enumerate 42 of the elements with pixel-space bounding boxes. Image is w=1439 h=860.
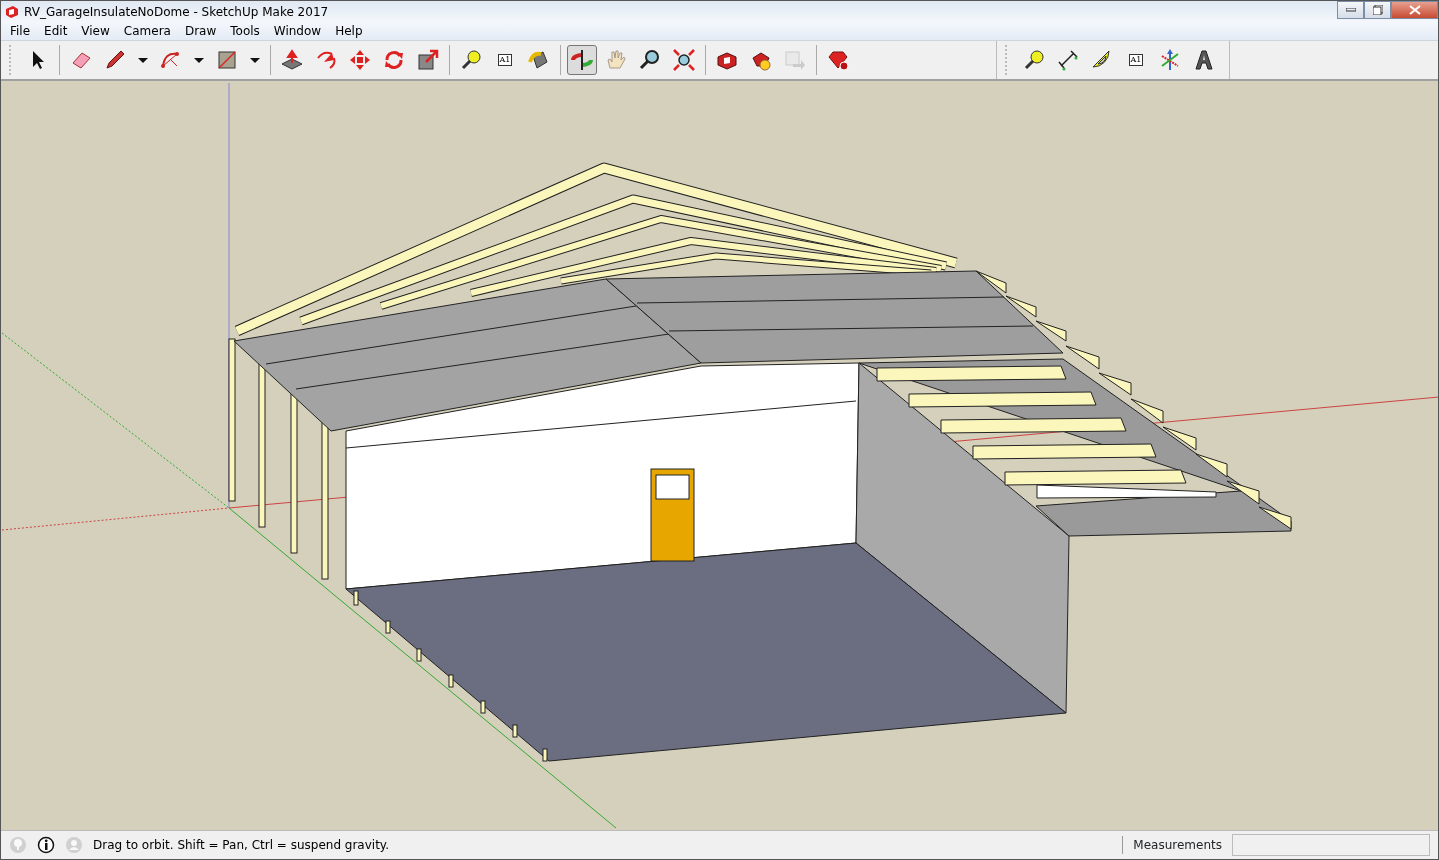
menu-item[interactable]: Camera: [116, 22, 178, 40]
menu-item[interactable]: Window: [266, 22, 329, 40]
gem-icon: [826, 48, 850, 72]
menu-item[interactable]: Draw: [177, 22, 224, 40]
close-icon: [1408, 5, 1421, 15]
menu-item[interactable]: View: [74, 22, 117, 40]
orbit-tool-button[interactable]: [567, 45, 597, 75]
minimize-button[interactable]: [1337, 1, 1364, 19]
menu-item[interactable]: File: [3, 22, 38, 40]
info-icon[interactable]: [37, 836, 55, 854]
dimension-icon: [1056, 48, 1080, 72]
minimize-icon: [1345, 8, 1356, 12]
text-tool-button[interactable]: A1: [1121, 45, 1151, 75]
menu-item[interactable]: Tools: [223, 22, 267, 40]
3d-text-icon: [1192, 48, 1216, 72]
restore-button[interactable]: [1364, 1, 1391, 19]
rectangle-icon: [215, 48, 239, 72]
measurements-field[interactable]: [1232, 834, 1430, 856]
pencil-icon: [103, 48, 127, 72]
tape-measure-icon: [459, 48, 483, 72]
app-logo-icon: [5, 4, 19, 19]
push-pull-icon: [280, 48, 304, 72]
tape-measure-icon: [1022, 48, 1046, 72]
measurements-label: Measurements: [1122, 836, 1222, 854]
move-icon: [348, 48, 372, 72]
caret-icon: [194, 57, 204, 63]
caret-icon: [138, 57, 148, 63]
status-message: Drag to orbit. Shift = Pan, Ctrl = suspend gravity.: [93, 837, 390, 854]
close-button[interactable]: [1391, 1, 1438, 19]
share-model-icon: [783, 48, 807, 72]
menu-item[interactable]: Edit: [37, 22, 75, 40]
zoom-extents-icon: [672, 48, 696, 72]
hand-icon: [604, 48, 628, 72]
zoom-icon: [638, 48, 662, 72]
text-tool-button[interactable]: A1: [490, 45, 520, 75]
scale-icon: [416, 48, 440, 72]
window-title: RV_GarageInsulateNoDome - SketchUp Make 2017: [24, 3, 329, 21]
menu-item[interactable]: Help: [328, 22, 370, 40]
caret-icon: [250, 57, 260, 63]
restore-icon: [1372, 5, 1383, 15]
orbit-icon: [570, 48, 594, 72]
rotate-icon: [382, 48, 406, 72]
